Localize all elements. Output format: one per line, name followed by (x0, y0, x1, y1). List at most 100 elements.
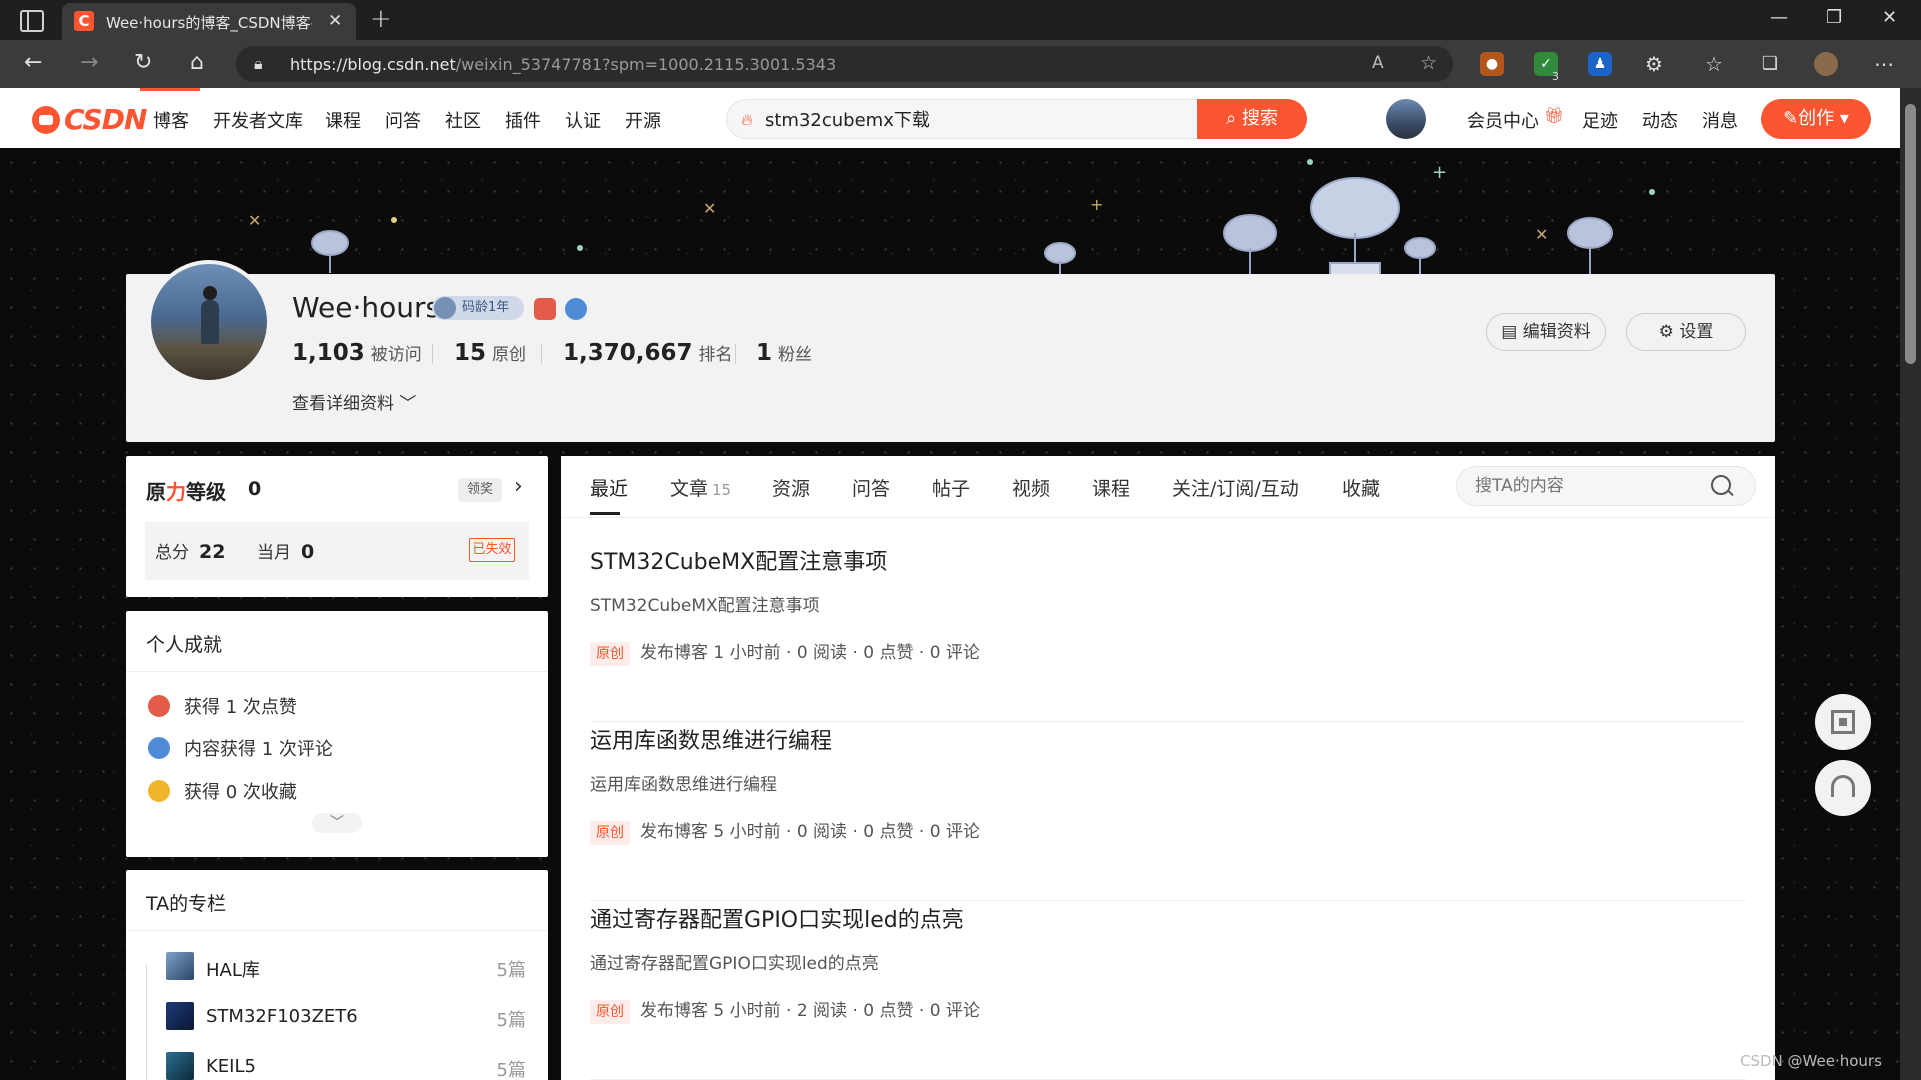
content-search-input[interactable] (1475, 475, 1695, 497)
tab-videos[interactable]: 视频 (1012, 474, 1050, 501)
browser-toolbar: ← → ↻ ⌂ 🔒︎ https://blog.csdn.net/weixin_… (0, 40, 1921, 88)
nav-certification[interactable]: 认证 (565, 107, 601, 133)
column-item[interactable]: KEIL5 5篇 (166, 1052, 526, 1080)
tab-articles[interactable]: 文章 15 (670, 474, 731, 501)
tab-resources[interactable]: 资源 (772, 474, 810, 501)
main-content: 最近 文章15 资源 问答 帖子 视频 课程 关注/订阅/互动 收藏 STM32… (561, 456, 1775, 1080)
back-icon[interactable]: ← (24, 50, 42, 75)
extension-person-icon[interactable]: ♟ (1588, 52, 1612, 76)
url-text[interactable]: https://blog.csdn.net/weixin_53747781?sp… (290, 55, 836, 74)
post-item[interactable]: 运用库函数思维进行编程 运用库函数思维进行编程 原创 发布博客 5 小时前 · 0… (590, 723, 1746, 901)
edit-profile-button[interactable]: ▤ 编辑资料 (1486, 313, 1606, 351)
nav-activity[interactable]: 动态 (1642, 107, 1678, 133)
browser-tab[interactable]: C Wee·hours的博客_CSDN博客-pyt ✕ (62, 3, 356, 40)
nav-footprint[interactable]: 足迹 (1582, 107, 1618, 133)
post-title[interactable]: 通过寄存器配置GPIO口实现led的点亮 (590, 902, 964, 934)
qr-code-button[interactable] (1815, 694, 1871, 750)
search-icon[interactable] (1711, 475, 1731, 495)
view-details-link[interactable]: 查看详细资料 ﹀ (292, 389, 416, 414)
extensions-icon[interactable]: ⚙ (1642, 52, 1666, 76)
tab-follow[interactable]: 关注/订阅/互动 (1172, 474, 1299, 501)
verified-badge-icon[interactable] (565, 298, 587, 320)
post-description: 运用库函数思维进行编程 (590, 775, 777, 795)
achievement-label: 获得 0 次收藏 (184, 782, 297, 803)
nav-open-source[interactable]: 开源 (625, 107, 661, 133)
claim-reward-button[interactable]: 领奖 (458, 478, 502, 502)
nav-courses[interactable]: 课程 (325, 107, 361, 133)
collections-icon[interactable]: ❏ (1758, 52, 1782, 76)
expand-chevron-icon[interactable]: ﹀ (312, 813, 362, 833)
tab-posts[interactable]: 帖子 (932, 474, 970, 501)
profile-avatar[interactable] (147, 260, 271, 384)
original-tag: 原创 (590, 821, 630, 845)
nav-blog[interactable]: 博客 (153, 107, 189, 133)
original-tag: 原创 (590, 642, 630, 666)
new-tab-icon[interactable]: + (370, 4, 392, 34)
profile-name: Wee·hours (292, 291, 441, 324)
post-item[interactable]: 通过寄存器配置GPIO口实现led的点亮 通过寄存器配置GPIO口实现led的点… (590, 902, 1746, 1080)
stat-views-num: 1,103 (292, 340, 365, 366)
stat-rank: 1,370,667 排名 (563, 340, 733, 366)
scrollbar-thumb[interactable] (1905, 104, 1916, 364)
csdn-header: CSDN 博客 开发者文库 课程 问答 社区 插件 认证 开源 🔥︎ ⌕ 搜索 … (0, 88, 1900, 148)
nav-plugins[interactable]: 插件 (505, 107, 541, 133)
nav-community[interactable]: 社区 (445, 107, 481, 133)
window-close-icon[interactable]: ✕ (1882, 7, 1897, 28)
edit-profile-label: 编辑资料 (1522, 322, 1591, 342)
sidebar-toggle-icon[interactable] (20, 10, 44, 32)
restore-icon[interactable]: ❐ (1826, 7, 1842, 28)
page-scrollbar[interactable] (1900, 88, 1921, 1080)
extension-monkey-icon[interactable]: ● (1480, 52, 1504, 76)
writer-badge-icon[interactable] (534, 298, 556, 320)
original-tag: 原创 (590, 1000, 630, 1024)
user-avatar[interactable] (1386, 99, 1426, 139)
csdn-logo[interactable]: CSDN (32, 103, 147, 136)
home-icon[interactable]: ⌂ (190, 50, 204, 75)
post-title[interactable]: STM32CubeMX配置注意事项 (590, 544, 887, 576)
coding-age-badge[interactable]: 码龄1年 (432, 296, 524, 320)
tab-qa[interactable]: 问答 (852, 474, 890, 501)
post-title[interactable]: 运用库函数思维进行编程 (590, 723, 832, 755)
header-search-input[interactable] (765, 107, 1185, 131)
post-meta: 原创 发布博客 5 小时前 · 2 阅读 · 0 点赞 · 0 评论 (590, 996, 980, 1024)
svg-text:+: + (1090, 195, 1103, 214)
chevron-right-icon[interactable]: › (514, 474, 523, 499)
read-aloud-icon[interactable]: A (1372, 53, 1384, 73)
address-bar[interactable]: 🔒︎ https://blog.csdn.net/weixin_53747781… (236, 46, 1453, 82)
post-item[interactable]: STM32CubeMX配置注意事项 STM32CubeMX配置注意事项 原创 发布… (590, 544, 1746, 722)
tab-label: 收藏 (1342, 478, 1381, 500)
create-button[interactable]: ✎创作 ▾ (1761, 99, 1871, 139)
stat-rank-num: 1,370,667 (563, 340, 693, 366)
tab-recent[interactable]: 最近 (590, 474, 628, 501)
favorites-icon[interactable]: ☆ (1702, 52, 1726, 76)
more-menu-icon[interactable]: ⋯ (1872, 52, 1896, 76)
create-button-label: 创作 (1798, 108, 1835, 129)
nav-dev-library[interactable]: 开发者文库 (213, 107, 303, 133)
column-item[interactable]: STM32F103ZET6 5篇 (166, 1002, 526, 1034)
lock-icon: 🔒︎ (254, 54, 263, 73)
tab-close-icon[interactable]: ✕ (328, 11, 342, 31)
tab-label: 文章 (670, 478, 709, 500)
profile-avatar-icon[interactable] (1814, 52, 1838, 76)
favorite-add-icon[interactable]: ☆ (1420, 52, 1437, 74)
search-icon: ⌕ (1226, 108, 1242, 129)
tab-label: 帖子 (932, 478, 971, 500)
column-item[interactable]: HAL库 5篇 (166, 952, 526, 984)
nav-member-center[interactable]: 会员中心 (1467, 107, 1539, 133)
nav-qa[interactable]: 问答 (385, 107, 421, 133)
nav-messages[interactable]: 消息 (1702, 107, 1738, 133)
settings-button[interactable]: ⚙ 设置 (1626, 313, 1746, 351)
level-card: 原力等级 0 领奖 › 总分 22 当月 0 已失效 (126, 456, 548, 597)
tab-courses[interactable]: 课程 (1092, 474, 1130, 501)
tab-favorites[interactable]: 收藏 (1342, 474, 1380, 501)
stat-views: 1,103 被访问 (292, 340, 422, 366)
search-button-label: 搜索 (1241, 108, 1278, 129)
url-path: /weixin_53747781?spm=1000.2115.3001.5343 (455, 55, 837, 74)
refresh-icon[interactable]: ↻ (134, 50, 152, 75)
forward-icon[interactable]: → (80, 50, 98, 75)
avatar-figure (201, 300, 219, 344)
column-name: HAL库 (206, 960, 260, 981)
minimize-icon[interactable]: — (1770, 7, 1788, 28)
header-search-button[interactable]: ⌕ 搜索 (1197, 99, 1307, 139)
customer-service-button[interactable] (1815, 760, 1871, 816)
